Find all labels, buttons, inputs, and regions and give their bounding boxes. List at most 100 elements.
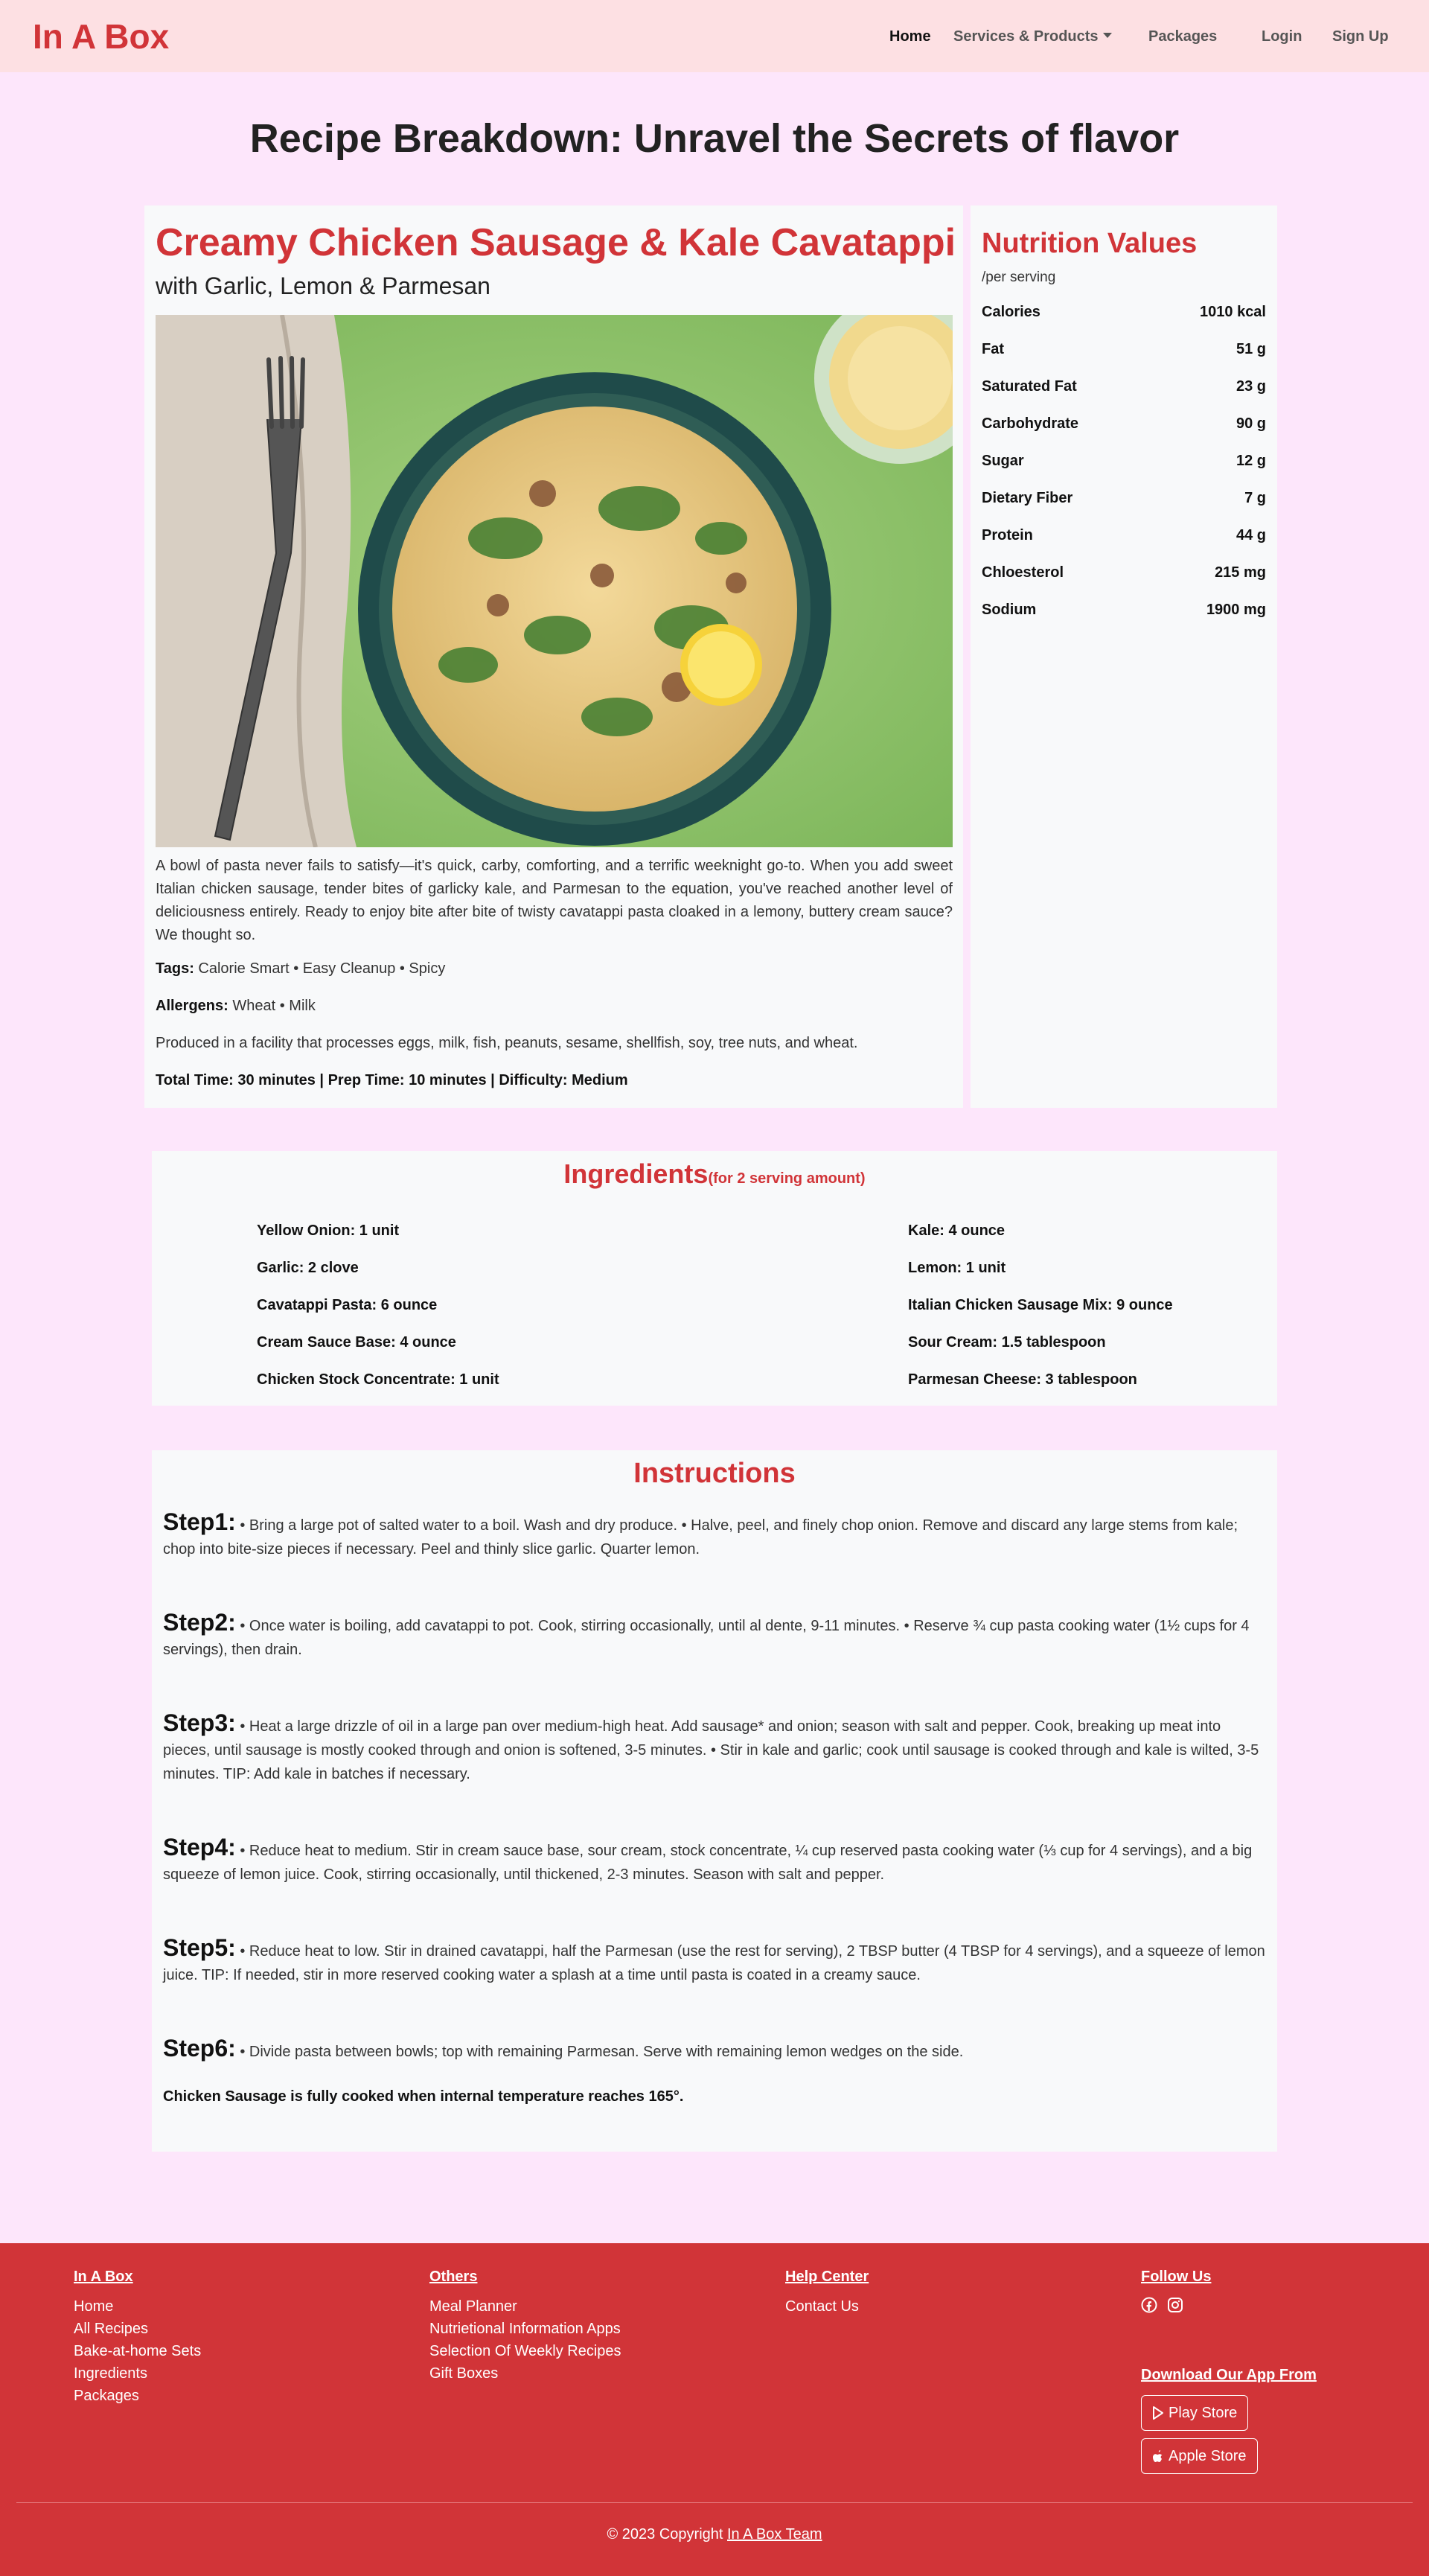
footer-link[interactable]: Gift Boxes — [429, 2365, 498, 2382]
footer-heading-inabox[interactable]: In A Box — [74, 2269, 133, 2286]
step-label: Step4: — [163, 1834, 236, 1861]
copyright-link[interactable]: In A Box Team — [727, 2526, 822, 2542]
instagram-icon[interactable] — [1167, 2297, 1183, 2313]
step-text: • Bring a large pot of salted water to a… — [163, 1517, 1238, 1558]
step-label: Step1: — [163, 1508, 236, 1535]
recipe-card: Creamy Chicken Sausage & Kale Cavatappi … — [144, 205, 963, 1108]
nutrition-row: Protein 44 g — [982, 527, 1266, 544]
nav-home[interactable]: Home — [889, 28, 931, 45]
facebook-icon[interactable] — [1141, 2297, 1157, 2313]
instruction-step: Step4: • Reduce heat to medium. Stir in … — [163, 1835, 1266, 1887]
recipe-time-info: Total Time: 30 minutes | Prep Time: 10 m… — [156, 1072, 628, 1088]
ingredient-item: Parmesan Cheese: 3 tablespoon — [908, 1371, 1137, 1388]
nutrition-row: Carbohydrate 90 g — [982, 415, 1266, 433]
footer-link[interactable]: All Recipes — [74, 2321, 148, 2338]
footer-link[interactable]: Contact Us — [785, 2298, 859, 2315]
nutrition-row: Dietary Fiber 7 g — [982, 490, 1266, 507]
play-store-icon — [1153, 2406, 1163, 2420]
footer-link[interactable]: Nutrietional Information Apps — [429, 2321, 621, 2338]
ingredient-item: Cavatappi Pasta: 6 ounce — [257, 1297, 438, 1313]
step-text: • Heat a large drizzle of oil in a large… — [163, 1718, 1259, 1782]
nutrition-value: 215 mg — [1215, 564, 1266, 581]
copyright: © 2023 Copyright In A Box Team — [0, 2526, 1429, 2543]
instruction-step: Step1: • Bring a large pot of salted wat… — [163, 1510, 1266, 1561]
instruction-note: Chicken Sausage is fully cooked when int… — [163, 2088, 684, 2105]
nutrition-value: 12 g — [1235, 453, 1266, 469]
footer-heading-help[interactable]: Help Center — [785, 2269, 869, 2286]
play-store-button[interactable]: Play Store — [1141, 2395, 1249, 2431]
nutrition-row: Sugar 12 g — [982, 453, 1266, 470]
nutrition-label: Saturated Fat — [982, 378, 1077, 395]
copyright-text: © 2023 Copyright — [607, 2526, 727, 2542]
ingredient-item: Kale: 4 ounce — [908, 1222, 1006, 1239]
nutrition-label: Dietary Fiber — [982, 490, 1073, 506]
apple-icon — [1153, 2450, 1163, 2462]
ingredient-item: Yellow Onion: 1 unit — [257, 1222, 400, 1239]
nav-services-dropdown[interactable]: Services & Products — [953, 28, 1112, 45]
footer-link[interactable]: Packages — [74, 2388, 139, 2405]
nav-signup[interactable]: Sign Up — [1332, 28, 1389, 45]
nutrition-label: Sodium — [982, 602, 1037, 618]
instruction-step: Step6: • Divide pasta between bowls; top… — [163, 2036, 1266, 2064]
footer-link[interactable]: Meal Planner — [429, 2298, 517, 2315]
nutrition-value: 1900 mg — [1206, 602, 1266, 618]
footer-link[interactable]: Selection Of Weekly Recipes — [429, 2343, 621, 2360]
nutrition-value: 23 g — [1235, 378, 1266, 395]
footer-heading-follow[interactable]: Follow Us — [1141, 2269, 1211, 2286]
nutrition-label: Carbohydrate — [982, 415, 1079, 432]
nav-services-label: Services & Products — [953, 28, 1099, 45]
footer-heading-others[interactable]: Others — [429, 2269, 477, 2286]
instructions-card: Instructions Step1: • Bring a large pot … — [152, 1450, 1277, 2152]
recipe-subtitle: with Garlic, Lemon & Parmesan — [156, 272, 490, 299]
footer-heading-download: Download Our App From — [1141, 2367, 1317, 2383]
footer-link[interactable]: Ingredients — [74, 2365, 147, 2382]
allergens-label: Allergens: — [156, 998, 228, 1014]
apple-store-button[interactable]: Apple Store — [1141, 2438, 1258, 2474]
nutrition-subtitle: /per serving — [982, 270, 1056, 285]
step-text: • Reduce heat to low. Stir in drained ca… — [163, 1943, 1265, 1983]
nutrition-label: Fat — [982, 341, 1004, 357]
ingredients-heading: Ingredients(for 2 serving amount) — [152, 1158, 1277, 1190]
ingredient-item: Italian Chicken Sausage Mix: 9 ounce — [908, 1297, 1173, 1313]
recipe-facility: Produced in a facility that processes eg… — [156, 1035, 858, 1051]
nutrition-value: 7 g — [1244, 490, 1266, 506]
ingredients-card: Ingredients(for 2 serving amount) Yellow… — [152, 1151, 1277, 1406]
instruction-step: Step5: • Reduce heat to low. Stir in dra… — [163, 1936, 1266, 1987]
recipe-title: Creamy Chicken Sausage & Kale Cavatappi — [156, 221, 956, 264]
ingredients-title: Ingredients — [563, 1158, 709, 1189]
allergens-value: Wheat • Milk — [232, 998, 316, 1014]
step-label: Step5: — [163, 1934, 236, 1961]
brand-logo[interactable]: In A Box — [33, 16, 169, 57]
nutrition-value: 44 g — [1235, 527, 1266, 543]
apple-store-label: Apple Store — [1169, 2447, 1247, 2464]
step-label: Step2: — [163, 1609, 236, 1636]
footer-divider — [16, 2502, 1413, 2503]
nutrition-value: 1010 kcal — [1200, 304, 1266, 320]
step-text: • Divide pasta between bowls; top with r… — [235, 2044, 964, 2060]
recipe-tags: Tags: Calorie Smart • Easy Cleanup • Spi… — [156, 960, 445, 978]
step-text: • Once water is boiling, add cavatappi t… — [163, 1618, 1250, 1658]
step-label: Step6: — [163, 2035, 236, 2062]
nutrition-label: Protein — [982, 527, 1033, 543]
nav-packages[interactable]: Packages — [1148, 28, 1217, 45]
instruction-step: Step2: • Once water is boiling, add cava… — [163, 1610, 1266, 1662]
footer-link[interactable]: Bake-at-home Sets — [74, 2343, 201, 2360]
caret-down-icon — [1102, 33, 1112, 38]
ingredient-item: Sour Cream: 1.5 tablespoon — [908, 1334, 1106, 1351]
recipe-image — [156, 315, 953, 847]
play-store-label: Play Store — [1169, 2404, 1238, 2421]
ingredient-item: Lemon: 1 unit — [908, 1260, 1006, 1276]
nutrition-row: Sodium 1900 mg — [982, 602, 1266, 619]
ingredient-item: Chicken Stock Concentrate: 1 unit — [257, 1371, 499, 1388]
step-label: Step3: — [163, 1709, 236, 1736]
tags-label: Tags: — [156, 960, 194, 977]
recipe-allergens: Allergens: Wheat • Milk — [156, 998, 316, 1015]
nutrition-value: 51 g — [1235, 341, 1266, 357]
nav-login[interactable]: Login — [1262, 28, 1302, 45]
step-text: • Reduce heat to medium. Stir in cream s… — [163, 1843, 1253, 1883]
page-title: Recipe Breakdown: Unravel the Secrets of… — [249, 116, 1180, 161]
footer-link[interactable]: Home — [74, 2298, 113, 2315]
nutrition-row: Fat 51 g — [982, 341, 1266, 358]
recipe-description: A bowl of pasta never fails to satisfy—i… — [156, 858, 953, 943]
navbar: In A Box Home Services & Products Packag… — [0, 0, 1429, 72]
